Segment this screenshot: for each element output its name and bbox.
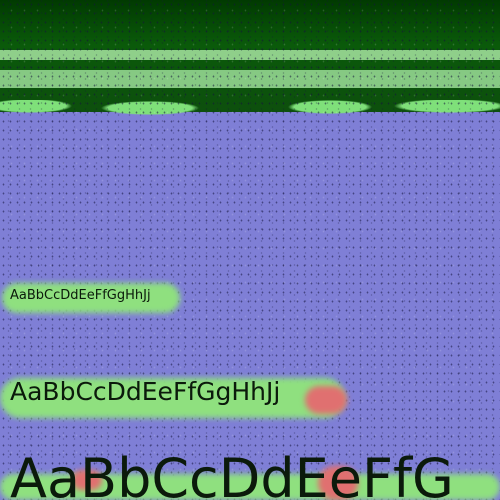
font-sample-small: AaBbCcDdEeFfGgHhJj bbox=[10, 288, 151, 303]
header-band bbox=[0, 0, 500, 112]
highlight-blob bbox=[305, 386, 347, 414]
font-sample-large: AaBbCcDdEeFfG bbox=[10, 447, 454, 500]
header-stripe bbox=[0, 50, 500, 60]
font-sample-medium: AaBbCcDdEeFfGgHhJj bbox=[10, 377, 281, 406]
header-edge bbox=[0, 100, 500, 118]
header-stripe bbox=[0, 70, 500, 88]
